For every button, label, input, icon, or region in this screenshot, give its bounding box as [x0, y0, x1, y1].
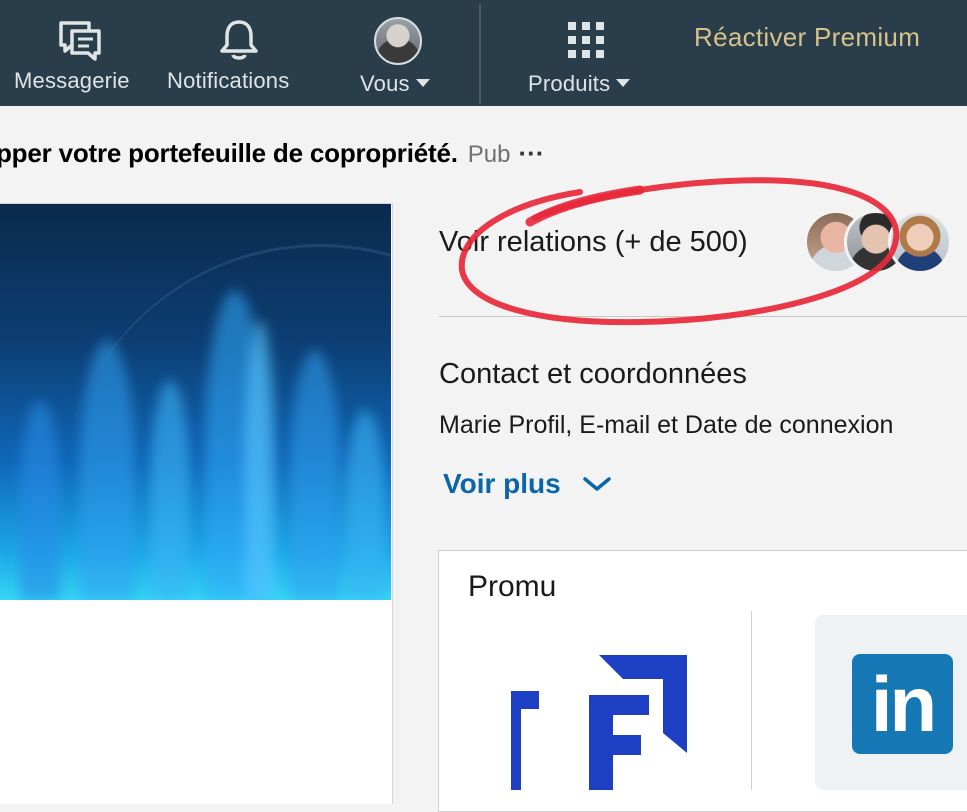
avatar	[374, 17, 422, 65]
nav-messaging-label: Messagerie	[14, 68, 130, 93]
ad-badge: Pub	[467, 141, 511, 168]
see-more-button[interactable]: Voir plus	[443, 468, 611, 502]
reactivate-premium-link[interactable]: Réactiver Premium	[694, 22, 920, 53]
nav-messaging[interactable]: Messagerie	[14, 0, 144, 106]
profile-card	[0, 203, 393, 804]
messaging-icon	[58, 18, 102, 67]
sponsored-ad-line[interactable]: pper votre portefeuille de copropriété. P…	[0, 138, 544, 169]
promoted-title: Promu	[468, 570, 557, 603]
promoted-ad-logo-fe[interactable]: FE	[511, 643, 687, 790]
nav-products-label: Produits	[528, 71, 611, 96]
nav-me[interactable]: Vous	[358, 0, 442, 106]
profile-banner	[0, 204, 391, 600]
bell-icon	[219, 18, 259, 67]
connections-link[interactable]: Voir relations (+ de 500)	[439, 226, 748, 259]
grid-icon	[568, 22, 606, 65]
linkedin-logo-icon: in	[852, 654, 953, 754]
nav-me-label: Vous	[360, 71, 410, 96]
nav-divider	[479, 4, 481, 104]
caret-down-icon	[415, 79, 430, 88]
section-divider	[439, 316, 967, 317]
caret-down-icon	[616, 79, 631, 88]
nav-notifications[interactable]: Notifications	[167, 0, 312, 106]
nav-products[interactable]: Produits	[528, 0, 648, 106]
see-more-label: Voir plus	[443, 468, 561, 499]
chevron-down-icon	[582, 467, 611, 499]
ad-headline[interactable]: pper votre portefeuille de copropriété.	[0, 138, 458, 168]
top-navbar: Messagerie Notifications Vous Produits R…	[0, 0, 967, 106]
nav-notifications-label: Notifications	[167, 68, 290, 93]
promo-divider	[751, 611, 752, 790]
connections-label: Voir relations (+ de 500)	[439, 226, 748, 258]
contact-info-title[interactable]: Contact et coordonnées	[439, 358, 747, 391]
avatar	[888, 210, 952, 274]
connection-avatars[interactable]	[804, 210, 964, 280]
contact-info-subtitle: Marie Profil, E-mail et Date de connexio…	[439, 411, 894, 439]
ad-more-icon[interactable]: ···	[518, 138, 544, 168]
